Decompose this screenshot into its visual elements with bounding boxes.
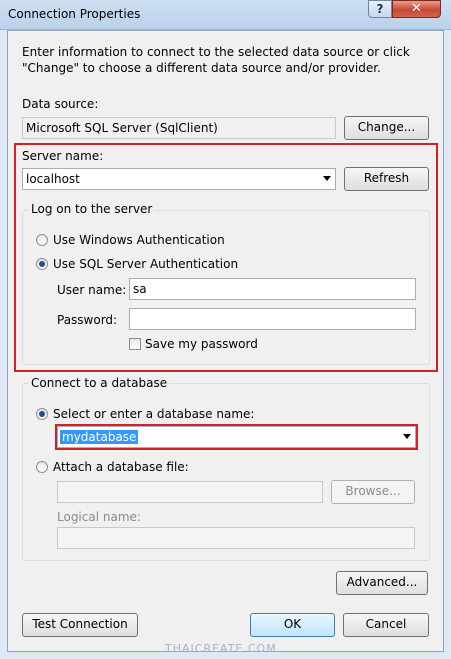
intro-text: Enter information to connect to the sele…	[22, 45, 410, 75]
window-title: Connection Properties	[8, 7, 141, 21]
server-name-value: localhost	[26, 172, 80, 186]
username-field[interactable]	[129, 278, 416, 300]
attach-db-input	[58, 482, 322, 502]
watermark-text: THAICREATE.COM	[165, 642, 277, 655]
db-name-value[interactable]: mydatabase	[60, 430, 139, 444]
select-db-label[interactable]: Select or enter a database name:	[53, 407, 254, 421]
username-input[interactable]	[130, 279, 415, 299]
logon-group-label: Log on to the server	[29, 202, 155, 216]
logical-name-input	[58, 528, 414, 548]
sql-auth-radio[interactable]	[36, 258, 48, 270]
password-label: Password:	[57, 313, 118, 327]
help-button[interactable]: ?	[368, 0, 392, 18]
data-source-field: Microsoft SQL Server (SqlClient)	[22, 117, 336, 139]
change-button[interactable]: Change...	[344, 116, 429, 140]
save-password-checkbox[interactable]	[129, 338, 141, 350]
chevron-down-icon[interactable]	[323, 176, 331, 181]
advanced-button[interactable]: Advanced...	[336, 571, 428, 595]
ok-button[interactable]: OK	[250, 613, 335, 637]
data-source-label: Data source:	[22, 97, 99, 111]
database-group-label: Connect to a database	[29, 376, 170, 390]
chevron-down-icon[interactable]	[403, 434, 411, 439]
attach-db-radio[interactable]	[36, 461, 48, 473]
logical-name-label: Logical name:	[57, 510, 141, 524]
db-name-combobox[interactable]: mydatabase	[57, 426, 416, 448]
close-button[interactable]: ✕	[392, 0, 441, 18]
windows-auth-label[interactable]: Use Windows Authentication	[53, 233, 225, 247]
password-input[interactable]	[130, 309, 415, 329]
sql-auth-label[interactable]: Use SQL Server Authentication	[53, 257, 238, 271]
logical-name-field	[57, 527, 415, 549]
select-db-radio[interactable]	[36, 408, 48, 420]
data-source-value: Microsoft SQL Server (SqlClient)	[26, 121, 218, 135]
windows-auth-radio[interactable]	[36, 234, 48, 246]
save-password-label[interactable]: Save my password	[145, 337, 258, 351]
username-label: User name:	[57, 283, 127, 297]
browse-button: Browse...	[331, 480, 415, 504]
cancel-button[interactable]: Cancel	[343, 613, 429, 637]
server-name-combobox[interactable]: localhost	[22, 168, 336, 190]
password-field[interactable]	[129, 308, 416, 330]
test-connection-button[interactable]: Test Connection	[22, 613, 138, 637]
refresh-button[interactable]: Refresh	[344, 167, 429, 191]
server-name-label: Server name:	[22, 149, 104, 163]
attach-db-label[interactable]: Attach a database file:	[53, 460, 189, 474]
attach-db-field	[57, 481, 323, 503]
